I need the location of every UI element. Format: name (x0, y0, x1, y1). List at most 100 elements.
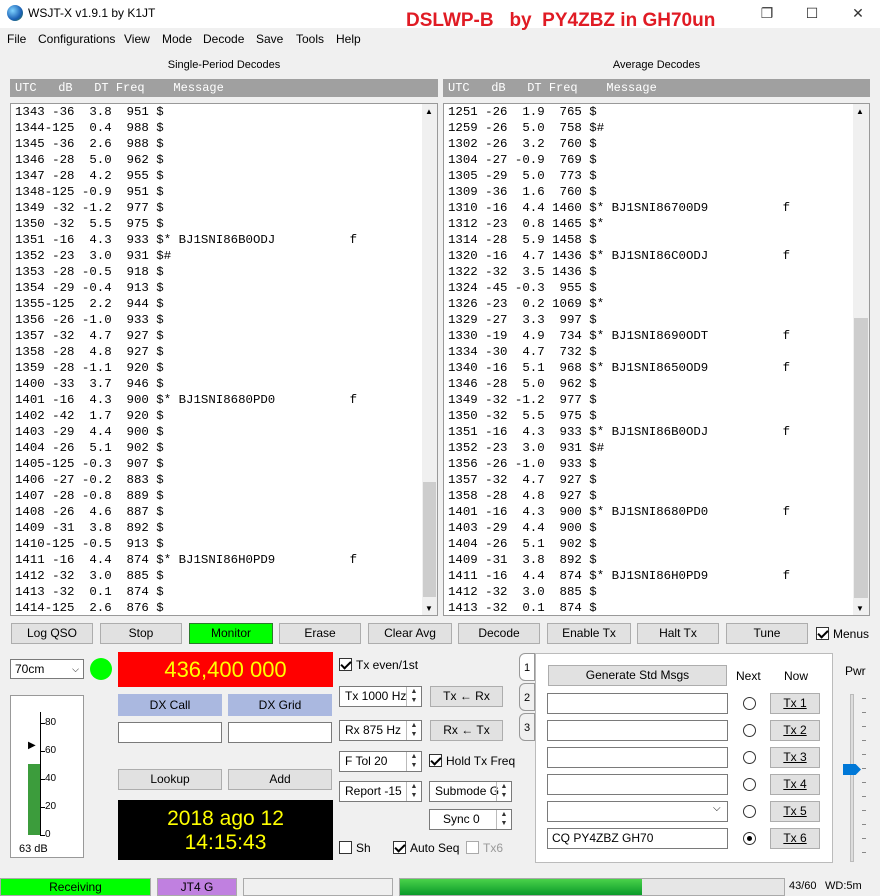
decode-line: 1357 -32 4.7 927 $ (15, 329, 164, 343)
tx5-button[interactable]: Tx 5 (770, 801, 820, 822)
left-scroll-thumb[interactable] (423, 482, 436, 597)
chevron-down-icon[interactable]: ⌵ (713, 803, 721, 814)
tune-button[interactable]: Tune (726, 623, 808, 644)
sync-spinbox[interactable]: Sync 0 ▲ ▼ (429, 809, 512, 830)
spin-arrows-icon[interactable]: ▲ ▼ (406, 782, 421, 801)
pwr-slider-thumb[interactable] (843, 764, 861, 775)
tx6-next-radio[interactable] (743, 832, 756, 845)
scroll-down-icon[interactable]: ▼ (425, 604, 433, 613)
tx4-message-field[interactable] (547, 774, 728, 795)
menu-help[interactable]: Help (336, 32, 361, 46)
single-period-decodes-text[interactable]: 1343 -36 3.8 951 $ 1344-125 0.4 988 $ 1345… (10, 103, 438, 616)
scroll-down-icon[interactable]: ▼ (856, 604, 864, 613)
tx2-message-field[interactable] (547, 720, 728, 741)
left-scrollbar[interactable]: ▲ ▼ (422, 104, 437, 615)
clear-avg-button[interactable]: Clear Avg (368, 623, 452, 644)
sh-checkbox[interactable] (339, 841, 352, 854)
dx-grid-input[interactable] (228, 722, 332, 743)
progress-fill (400, 879, 642, 895)
scroll-up-icon[interactable]: ▲ (856, 107, 864, 116)
tx2-next-radio[interactable] (743, 724, 756, 737)
generate-std-msgs-button[interactable]: Generate Std Msgs (548, 665, 727, 686)
sync-value: Sync 0 (443, 812, 480, 826)
log-qso-button[interactable]: Log QSO (11, 623, 93, 644)
right-scrollbar[interactable]: ▲ ▼ (853, 104, 869, 615)
tx-even-checkbox[interactable] (339, 658, 352, 671)
menu-file[interactable]: File (7, 32, 26, 46)
decode-line: 1356 -26 -1.0 933 $ (15, 313, 164, 327)
submode-spinbox[interactable]: Submode G ▲ ▼ (429, 781, 512, 802)
menu-save[interactable]: Save (256, 32, 283, 46)
tx6-message-field[interactable]: CQ PY4ZBZ GH70 (547, 828, 728, 849)
tx3-message-field[interactable] (547, 747, 728, 768)
average-line: 1409 -31 3.8 892 $ (448, 553, 597, 567)
spin-arrows-icon[interactable]: ▲ ▼ (496, 782, 511, 801)
tx-freq-spinbox[interactable]: Tx 1000 Hz ▲ ▼ (339, 686, 422, 707)
date-text: 2018 ago 12 (167, 807, 284, 830)
right-scroll-thumb[interactable] (854, 318, 868, 598)
menu-configurations[interactable]: Configurations (38, 32, 115, 46)
decode-line: 1347 -28 4.2 955 $ (15, 169, 164, 183)
decode-line: 1414-125 2.6 876 $ (15, 601, 164, 615)
status-led (90, 658, 112, 680)
menu-mode[interactable]: Mode (162, 32, 192, 46)
pwr-slider-track[interactable] (850, 694, 854, 862)
chevron-down-icon: ⌵ (72, 664, 79, 674)
dx-call-input[interactable] (118, 722, 222, 743)
decode-button[interactable]: Decode (458, 623, 540, 644)
hold-tx-checkbox[interactable] (429, 754, 442, 767)
tx1-message-field[interactable] (547, 693, 728, 714)
average-line: 1329 -27 3.3 997 $ (448, 313, 597, 327)
menu-view[interactable]: View (124, 32, 150, 46)
add-button[interactable]: Add (228, 769, 332, 790)
tab-1[interactable]: 1 (519, 653, 535, 681)
tx-from-rx-button[interactable]: Tx ← Rx (430, 686, 503, 707)
tx4-button[interactable]: Tx 4 (770, 774, 820, 795)
spin-arrows-icon[interactable]: ▲ ▼ (406, 721, 421, 740)
erase-button[interactable]: Erase (279, 623, 361, 644)
menu-decode[interactable]: Decode (203, 32, 244, 46)
menu-tools[interactable]: Tools (296, 32, 324, 46)
rx-from-tx-button[interactable]: Rx ← Tx (430, 720, 503, 741)
tx3-button[interactable]: Tx 3 (770, 747, 820, 768)
scroll-up-icon[interactable]: ▲ (425, 107, 433, 116)
average-line: 1404 -26 5.1 902 $ (448, 537, 597, 551)
decode-line: 1343 -36 3.8 951 $ (15, 105, 164, 119)
menus-checkbox[interactable] (816, 627, 829, 640)
tx3-next-radio[interactable] (743, 751, 756, 764)
maximize-icon[interactable]: ☐ (802, 4, 822, 22)
monitor-button[interactable]: Monitor (189, 623, 273, 644)
auto-seq-checkbox[interactable] (393, 841, 406, 854)
stop-button[interactable]: Stop (100, 623, 182, 644)
meter-tick-label: 0 (45, 829, 51, 840)
ftol-spinbox[interactable]: F Tol 20 ▲ ▼ (339, 751, 422, 772)
report-spinbox[interactable]: Report -15 ▲ ▼ (339, 781, 422, 802)
tx1-button[interactable]: Tx 1 (770, 693, 820, 714)
restore-icon[interactable]: ❐ (757, 4, 777, 22)
average-decodes-text[interactable]: 1251 -26 1.9 765 $ 1259 -26 5.0 758 $# 130… (443, 103, 870, 616)
frequency-display: 436,400 000 (118, 652, 333, 687)
enable-tx-button[interactable]: Enable Tx (547, 623, 631, 644)
halt-tx-button[interactable]: Halt Tx (637, 623, 719, 644)
tab-3[interactable]: 3 (519, 713, 535, 741)
report-value: Report -15 (345, 784, 402, 798)
spin-arrows-icon[interactable]: ▲ ▼ (406, 687, 421, 706)
decode-line: 1413 -32 0.1 874 $ (15, 585, 164, 599)
tx5-next-radio[interactable] (743, 805, 756, 818)
tx2-button[interactable]: Tx 2 (770, 720, 820, 741)
tx6-button[interactable]: Tx 6 (770, 828, 820, 849)
tx6-checkbox[interactable] (466, 841, 479, 854)
tab-2[interactable]: 2 (519, 683, 535, 711)
spin-arrows-icon[interactable]: ▲ ▼ (406, 752, 421, 771)
band-select[interactable]: 70cm ⌵ (10, 659, 84, 679)
spin-arrows-icon[interactable]: ▲ ▼ (496, 810, 511, 829)
decode-line: 1402 -42 1.7 920 $ (15, 409, 164, 423)
pwr-tick (862, 852, 866, 853)
tx5-message-field[interactable] (547, 801, 728, 822)
lookup-button[interactable]: Lookup (118, 769, 222, 790)
tx1-next-radio[interactable] (743, 697, 756, 710)
rx-freq-spinbox[interactable]: Rx 875 Hz ▲ ▼ (339, 720, 422, 741)
close-icon[interactable]: ✕ (848, 4, 868, 22)
tx4-next-radio[interactable] (743, 778, 756, 791)
decode-line: 1346 -28 5.0 962 $ (15, 153, 164, 167)
